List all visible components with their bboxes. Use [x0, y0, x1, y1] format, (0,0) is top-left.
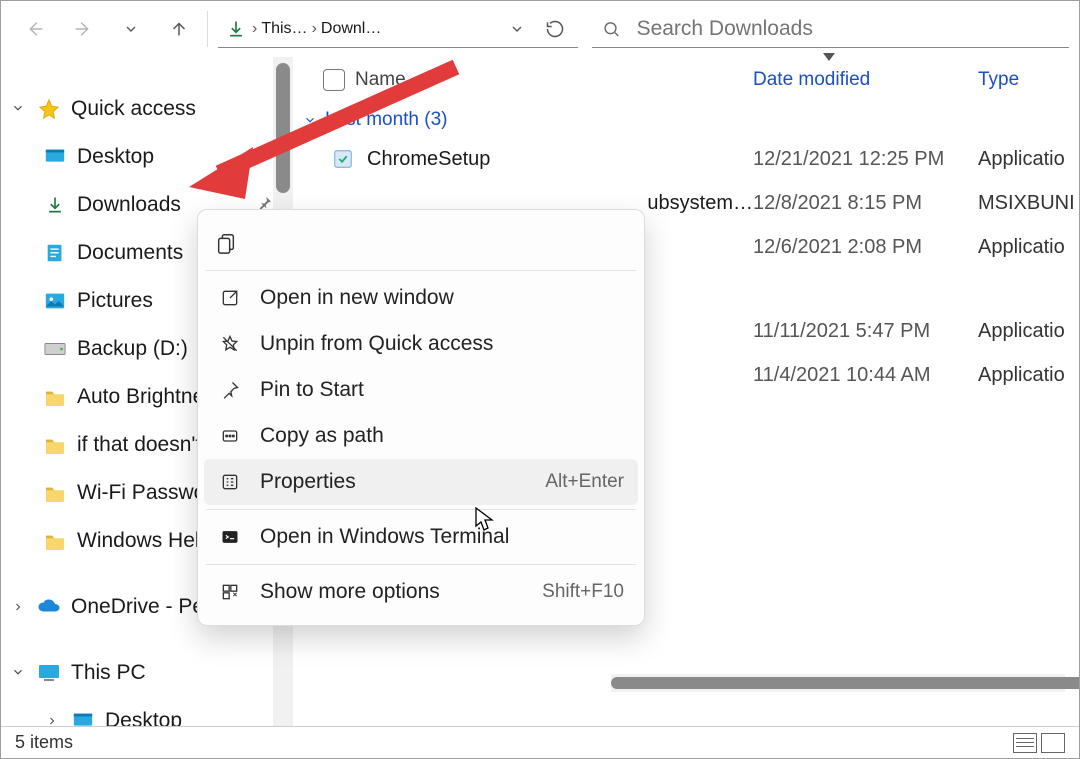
ctx-pin-to-start[interactable]: Pin to Start: [204, 367, 638, 413]
downloads-location-icon: [224, 17, 248, 41]
properties-icon: [218, 470, 242, 494]
back-button[interactable]: [11, 7, 59, 51]
folder-icon: [43, 481, 67, 505]
ctx-shortcut: Shift+F10: [542, 581, 624, 603]
more-options-icon: [218, 580, 242, 604]
ctx-label: Properties: [260, 470, 356, 494]
file-row[interactable]: ChromeSetup 12/21/2021 12:25 PM Applicat…: [293, 137, 1079, 181]
toolbar: › This… › Downl…: [1, 1, 1079, 57]
ctx-properties[interactable]: Properties Alt+Enter: [204, 459, 638, 505]
ctx-show-more-options[interactable]: Show more options Shift+F10: [204, 569, 638, 615]
column-headers: Name Date modified Type: [293, 57, 1079, 103]
refresh-button[interactable]: [538, 7, 572, 51]
ctx-label: Copy as path: [260, 424, 384, 448]
collapse-icon[interactable]: [9, 661, 27, 685]
ctx-copy-as-path[interactable]: Copy as path: [204, 413, 638, 459]
chevron-right-icon: ›: [252, 20, 257, 38]
ctx-label: Open in Windows Terminal: [260, 525, 509, 549]
expand-icon[interactable]: [9, 595, 27, 619]
scrollbar-thumb[interactable]: [611, 677, 1080, 689]
ctx-label: Pin to Start: [260, 378, 364, 402]
search-box[interactable]: [592, 10, 1069, 48]
forward-button[interactable]: [59, 7, 107, 51]
ctx-open-windows-terminal[interactable]: Open in Windows Terminal: [204, 514, 638, 560]
file-date: 11/11/2021 5:47 PM: [753, 320, 978, 343]
copy-path-icon: [218, 424, 242, 448]
installer-icon: [331, 147, 355, 171]
sidebar-item-label: Quick access: [71, 97, 273, 121]
sidebar-item-this-pc[interactable]: This PC: [1, 649, 273, 697]
context-menu-separator: [206, 270, 636, 271]
file-date: 12/8/2021 8:15 PM: [753, 192, 978, 215]
unpin-star-icon: [218, 332, 242, 356]
folder-icon: [43, 433, 67, 457]
downloads-icon: [43, 193, 67, 217]
pin-icon: [257, 145, 273, 169]
ctx-unpin-quick-access[interactable]: Unpin from Quick access: [204, 321, 638, 367]
horizontal-scrollbar[interactable]: [611, 674, 1065, 692]
ctx-open-new-window[interactable]: Open in new window: [204, 275, 638, 321]
pictures-icon: [43, 289, 67, 313]
search-icon: [602, 19, 621, 39]
collapse-icon[interactable]: [9, 97, 27, 121]
column-type[interactable]: Type: [978, 69, 1019, 91]
address-history-button[interactable]: [500, 7, 534, 51]
file-date: 11/4/2021 10:44 AM: [753, 364, 978, 387]
onedrive-icon: [37, 595, 61, 619]
file-type: Applicatio: [978, 364, 1065, 387]
file-date: 12/6/2021 2:08 PM: [753, 236, 978, 259]
context-menu-separator: [206, 564, 636, 565]
folder-icon: [43, 385, 67, 409]
file-type: Applicatio: [978, 148, 1065, 171]
ctx-label: Unpin from Quick access: [260, 332, 493, 356]
ctx-label: Show more options: [260, 580, 440, 604]
group-label: Last month (3): [325, 109, 448, 131]
documents-icon: [43, 241, 67, 265]
breadcrumb-this-pc[interactable]: This…: [261, 20, 307, 38]
view-details-button[interactable]: [1013, 733, 1037, 753]
breadcrumb-label: This…: [261, 20, 307, 38]
up-button[interactable]: [155, 7, 203, 51]
chevron-right-icon: ›: [312, 20, 317, 38]
toolbar-separator: [207, 11, 208, 47]
address-bar[interactable]: › This… › Downl…: [218, 10, 578, 48]
sidebar-item-quick-access[interactable]: Quick access: [1, 85, 273, 133]
context-menu: Open in new window Unpin from Quick acce…: [197, 209, 645, 626]
view-large-icons-button[interactable]: [1041, 733, 1065, 753]
desktop-icon: [43, 145, 67, 169]
file-type: Applicatio: [978, 236, 1065, 259]
scrollbar-thumb[interactable]: [276, 63, 290, 193]
view-switcher: [1013, 733, 1065, 753]
pin-icon: [218, 378, 242, 402]
file-type: Applicatio: [978, 320, 1065, 343]
recent-locations-button[interactable]: [107, 7, 155, 51]
column-name[interactable]: Name: [355, 69, 406, 91]
breadcrumb-label: Downl…: [321, 20, 381, 38]
folder-icon: [43, 529, 67, 553]
terminal-icon: [218, 525, 242, 549]
select-all-checkbox[interactable]: [323, 69, 345, 91]
sidebar-item-label: This PC: [71, 661, 273, 685]
file-name: ChromeSetup: [367, 148, 490, 171]
star-icon: [37, 97, 61, 121]
column-date-modified[interactable]: Date modified: [753, 69, 978, 91]
ctx-shortcut: Alt+Enter: [545, 471, 624, 493]
explorer-window: › This… › Downl… Quick access: [0, 0, 1080, 759]
context-menu-action-row: [204, 220, 638, 266]
this-pc-icon: [37, 661, 61, 685]
ctx-label: Open in new window: [260, 286, 454, 310]
status-bar: 5 items: [1, 726, 1079, 758]
new-window-icon: [218, 286, 242, 310]
sidebar-item-label: Desktop: [77, 145, 247, 169]
drive-icon: [43, 337, 67, 361]
copy-icon[interactable]: [214, 231, 238, 255]
status-item-count: 5 items: [15, 732, 73, 753]
file-type: MSIXBUNI: [978, 192, 1075, 215]
group-header-last-month[interactable]: Last month (3): [293, 103, 1079, 137]
breadcrumb-downloads[interactable]: Downl…: [321, 20, 381, 38]
sidebar-item-desktop[interactable]: Desktop: [1, 133, 273, 181]
file-date: 12/21/2021 12:25 PM: [753, 148, 978, 171]
context-menu-separator: [206, 509, 636, 510]
search-input[interactable]: [635, 16, 1059, 42]
